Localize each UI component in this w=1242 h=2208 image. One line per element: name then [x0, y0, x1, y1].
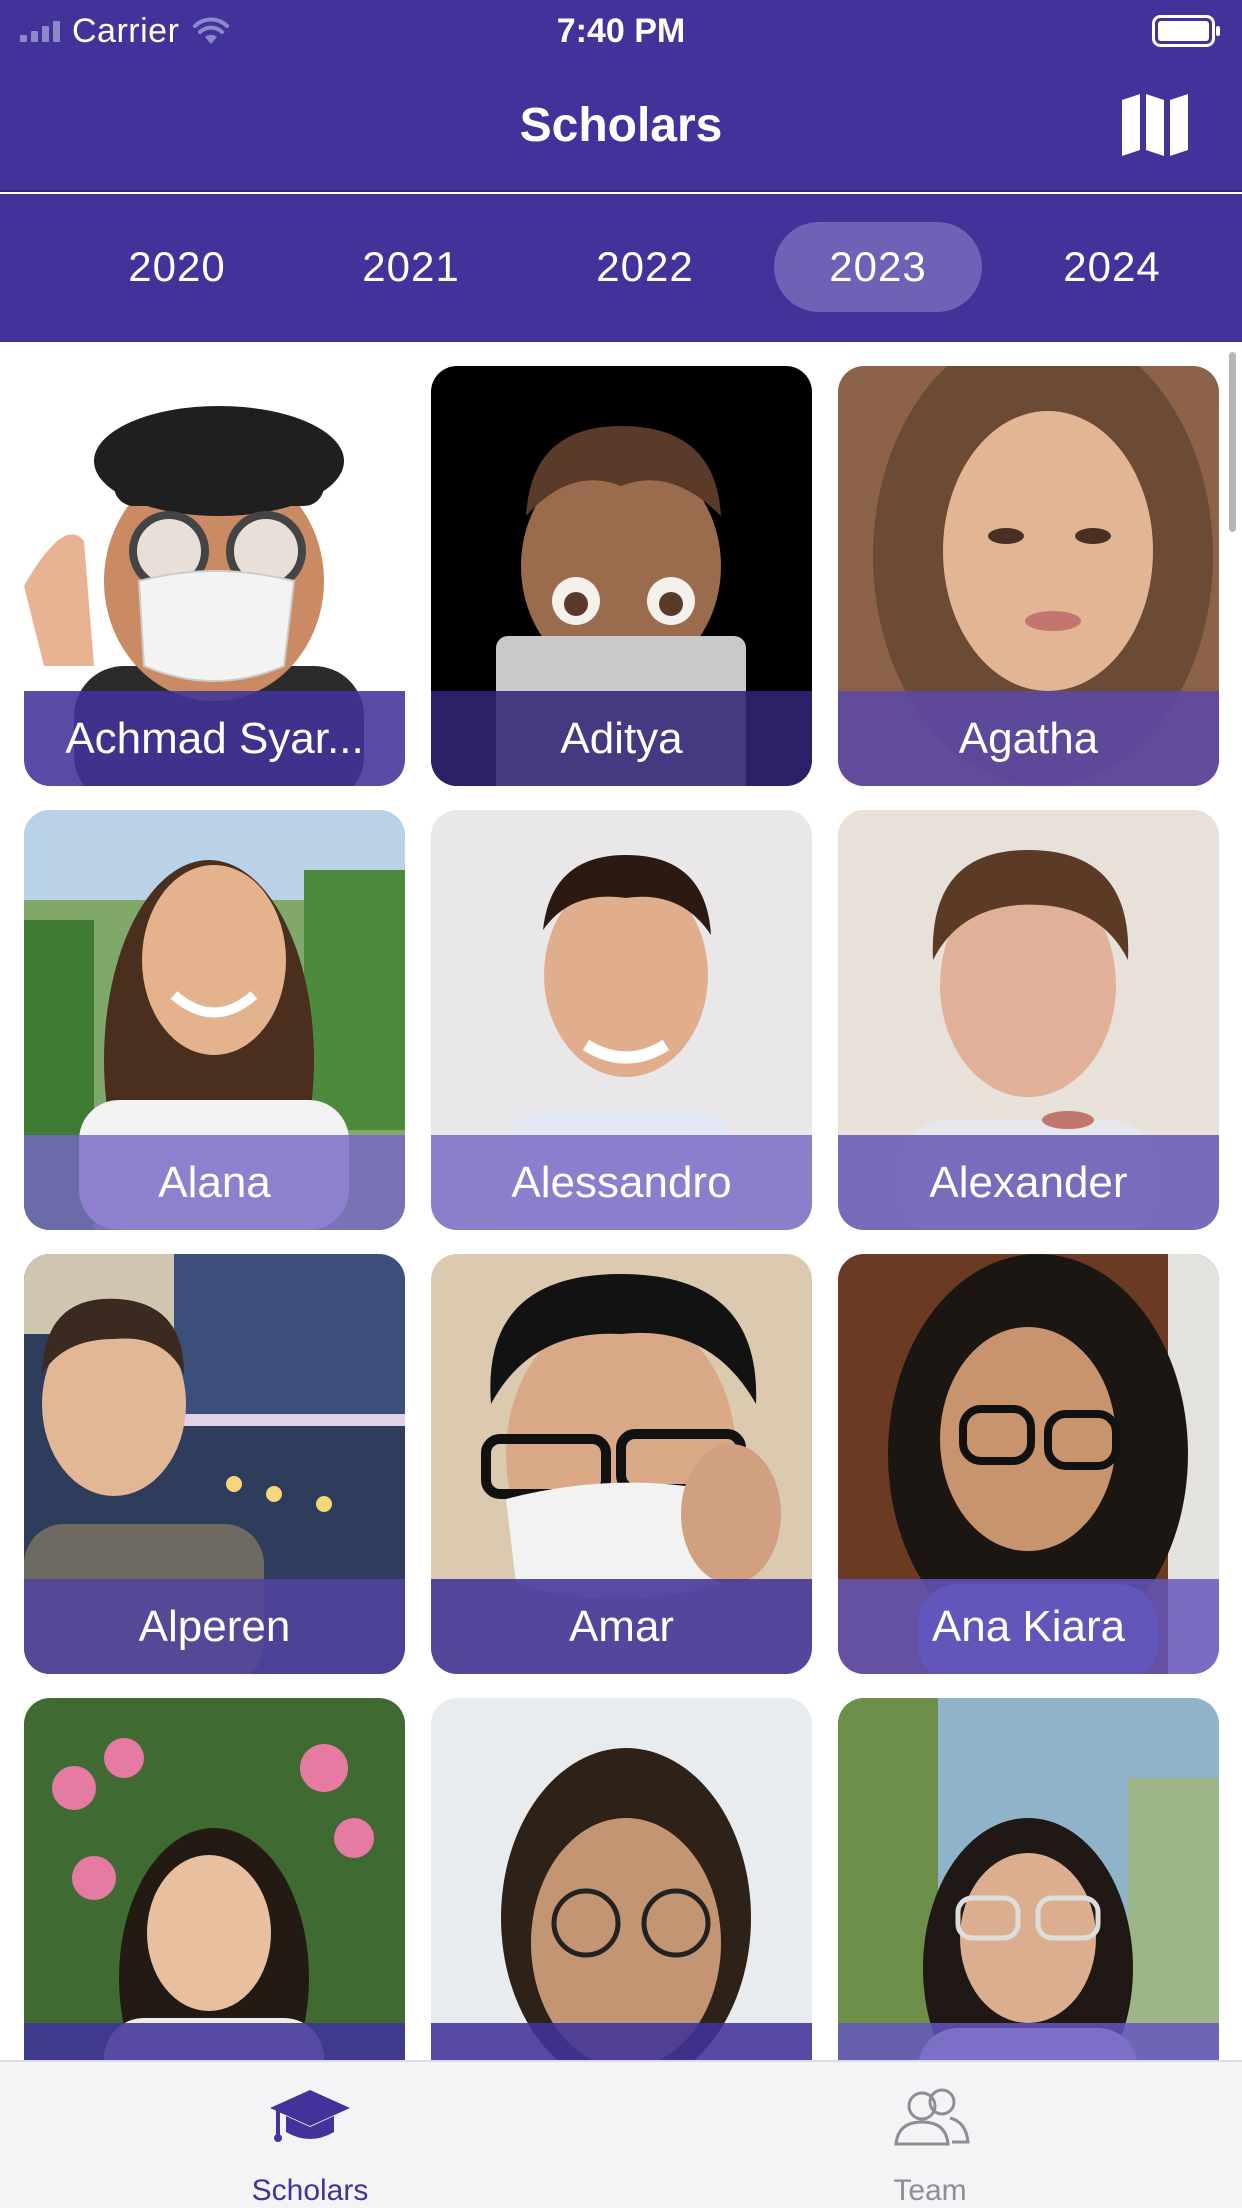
scholar-name: Achmad Syar...: [24, 691, 405, 786]
scholar-name: [24, 2023, 405, 2060]
year-2023-selected[interactable]: 2023: [774, 222, 982, 312]
scholar-name: Alexander: [838, 1135, 1219, 1230]
navigation-bar: Scholars: [0, 60, 1242, 192]
map-icon[interactable]: [1120, 92, 1192, 158]
scholar-name: Amar: [431, 1579, 812, 1674]
scholar-card[interactable]: Aditya: [431, 366, 812, 786]
scholar-name: Aditya: [431, 691, 812, 786]
year-2021[interactable]: 2021: [307, 222, 515, 312]
year-selector: 2020 2021 2022 2023 2024: [0, 194, 1242, 342]
scholar-card[interactable]: Alperen: [24, 1254, 405, 1674]
scholar-name: [431, 2023, 812, 2060]
scholar-name: Alperen: [24, 1579, 405, 1674]
tab-team-label: Team: [893, 2174, 967, 2207]
tab-bar: Scholars Team: [0, 2060, 1242, 2208]
scholar-card[interactable]: [838, 1698, 1219, 2060]
scholar-photo: [838, 1698, 1219, 2060]
page-title: Scholars: [519, 99, 723, 152]
year-2024[interactable]: 2024: [1008, 222, 1216, 312]
scholar-card[interactable]: Alessandro: [431, 810, 812, 1230]
scholar-card[interactable]: [24, 1698, 405, 2060]
tab-scholars-label: Scholars: [251, 2174, 369, 2207]
scholar-name: Agatha: [838, 691, 1219, 786]
scholar-card[interactable]: Alana: [24, 810, 405, 1230]
scholar-photo: [431, 1698, 812, 2060]
scholar-card[interactable]: Agatha: [838, 366, 1219, 786]
scholars-grid[interactable]: Achmad Syar... Aditya Agatha Alana Aless…: [0, 342, 1242, 2060]
graduation-cap-icon: [270, 2090, 350, 2142]
scholar-card[interactable]: Amar: [431, 1254, 812, 1674]
year-2022[interactable]: 2022: [541, 222, 749, 312]
scholar-card[interactable]: [431, 1698, 812, 2060]
scholar-name: [838, 2023, 1219, 2060]
scroll-indicator[interactable]: [1229, 352, 1236, 532]
scholar-card[interactable]: Alexander: [838, 810, 1219, 1230]
status-time: 7:40 PM: [556, 12, 686, 50]
scholar-photo: [24, 1698, 405, 2060]
tab-team[interactable]: Team: [780, 2062, 1080, 2208]
battery-icon: [1152, 15, 1220, 47]
scholar-name: Ana Kiara: [838, 1579, 1219, 1674]
people-icon: [894, 2088, 970, 2146]
scholar-name: Alana: [24, 1135, 405, 1230]
scholar-card[interactable]: Ana Kiara: [838, 1254, 1219, 1674]
year-2020[interactable]: 2020: [73, 222, 281, 312]
scholar-name: Alessandro: [431, 1135, 812, 1230]
tab-scholars[interactable]: Scholars: [160, 2062, 460, 2208]
scholar-card[interactable]: Achmad Syar...: [24, 366, 405, 786]
status-bar: Carrier 7:40 PM: [0, 0, 1242, 60]
